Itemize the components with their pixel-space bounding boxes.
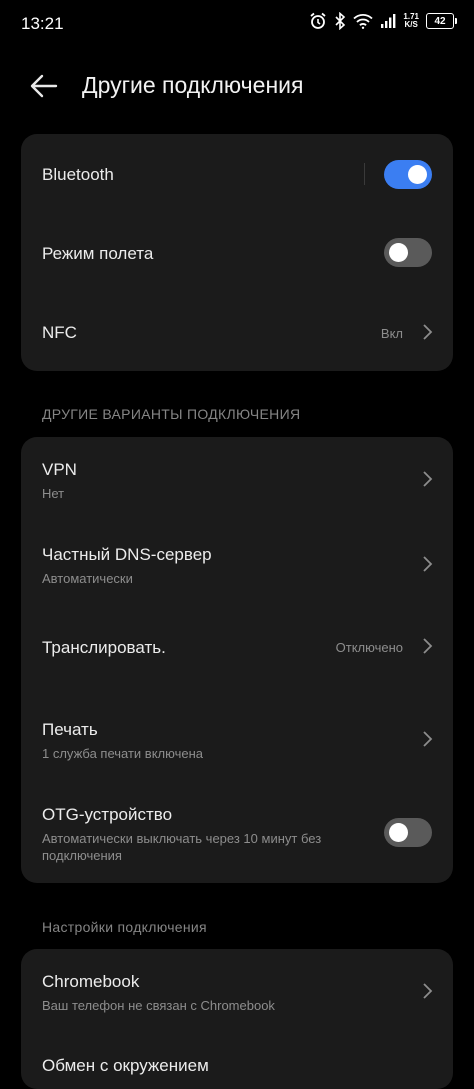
private-dns-label: Частный DNS-сервер bbox=[42, 545, 212, 564]
section-header-other: ДРУГИЕ ВАРИАНТЫ ПОДКЛЮЧЕНИЯ bbox=[42, 406, 301, 422]
battery-icon: 42 bbox=[426, 13, 457, 29]
airplane-mode-label: Режим полета bbox=[42, 244, 154, 263]
chevron-right-icon bbox=[423, 731, 433, 747]
vpn-subtitle: Нет bbox=[42, 486, 65, 501]
private-dns-row[interactable]: Частный DNS-сервер Автоматически bbox=[21, 523, 453, 609]
signal-icon bbox=[380, 13, 396, 29]
private-dns-subtitle: Автоматически bbox=[42, 571, 133, 586]
vpn-row[interactable]: VPN Нет bbox=[21, 437, 453, 523]
connection-settings-card: Chromebook Ваш телефон не связан с Chrom… bbox=[21, 949, 453, 1089]
network-speed: 1.71 K/S bbox=[403, 12, 419, 29]
chromebook-label: Chromebook bbox=[42, 972, 140, 991]
wifi-icon bbox=[353, 13, 374, 29]
toggle-knob bbox=[389, 243, 408, 262]
chevron-right-icon bbox=[423, 638, 433, 654]
section-header-connection-settings: Настройки подключения bbox=[42, 919, 207, 935]
chevron-right-icon bbox=[423, 556, 433, 572]
print-label: Печать bbox=[42, 720, 98, 739]
alarm-icon bbox=[309, 12, 327, 30]
other-options-card: VPN Нет Частный DNS-сервер Автоматически… bbox=[21, 437, 453, 883]
chevron-right-icon bbox=[423, 983, 433, 999]
connections-card: Bluetooth Режим полета NFC Вкл bbox=[21, 134, 453, 371]
print-row[interactable]: Печать 1 служба печати включена bbox=[21, 685, 453, 784]
cast-label: Транслировать. bbox=[42, 638, 166, 657]
print-subtitle: 1 служба печати включена bbox=[42, 746, 203, 761]
cast-row[interactable]: Транслировать. Отключено bbox=[21, 609, 453, 685]
chevron-right-icon bbox=[423, 324, 433, 340]
chevron-right-icon bbox=[423, 471, 433, 487]
bluetooth-toggle[interactable] bbox=[384, 160, 432, 189]
chromebook-subtitle: Ваш телефон не связан с Chromebook bbox=[42, 998, 275, 1013]
bluetooth-row[interactable]: Bluetooth bbox=[21, 134, 453, 214]
nfc-row[interactable]: NFC Вкл bbox=[21, 293, 453, 371]
otg-row[interactable]: OTG-устройство Автоматически выключать ч… bbox=[21, 784, 453, 883]
cast-value: Отключено bbox=[335, 640, 403, 655]
airplane-mode-toggle[interactable] bbox=[384, 238, 432, 267]
arrow-left-icon bbox=[30, 74, 58, 98]
status-time: 13:21 bbox=[21, 14, 64, 33]
status-bar: 13:21 1.71 K/S 42 bbox=[0, 0, 474, 48]
toggle-knob bbox=[408, 165, 427, 184]
back-button[interactable] bbox=[26, 68, 62, 104]
nfc-value: Вкл bbox=[380, 326, 403, 341]
airplane-mode-row[interactable]: Режим полета bbox=[21, 214, 453, 293]
otg-subtitle: Автоматически выключать через 10 минут б… bbox=[42, 831, 322, 863]
otg-label: OTG-устройство bbox=[42, 805, 173, 824]
chromebook-row[interactable]: Chromebook Ваш телефон не связан с Chrom… bbox=[21, 949, 453, 1035]
nearby-share-row[interactable]: Обмен с окружением bbox=[21, 1035, 453, 1089]
page-title: Другие подключения bbox=[82, 72, 304, 98]
bluetooth-label: Bluetooth bbox=[42, 165, 114, 184]
toggle-knob bbox=[389, 823, 408, 842]
divider bbox=[364, 163, 365, 185]
app-header: Другие подключения bbox=[0, 60, 474, 112]
bluetooth-icon bbox=[334, 12, 346, 30]
nearby-share-label: Обмен с окружением bbox=[42, 1056, 209, 1075]
otg-toggle[interactable] bbox=[384, 818, 432, 847]
status-icons: 1.71 K/S 42 bbox=[309, 12, 457, 30]
nfc-label: NFC bbox=[42, 323, 77, 342]
vpn-label: VPN bbox=[42, 460, 77, 479]
